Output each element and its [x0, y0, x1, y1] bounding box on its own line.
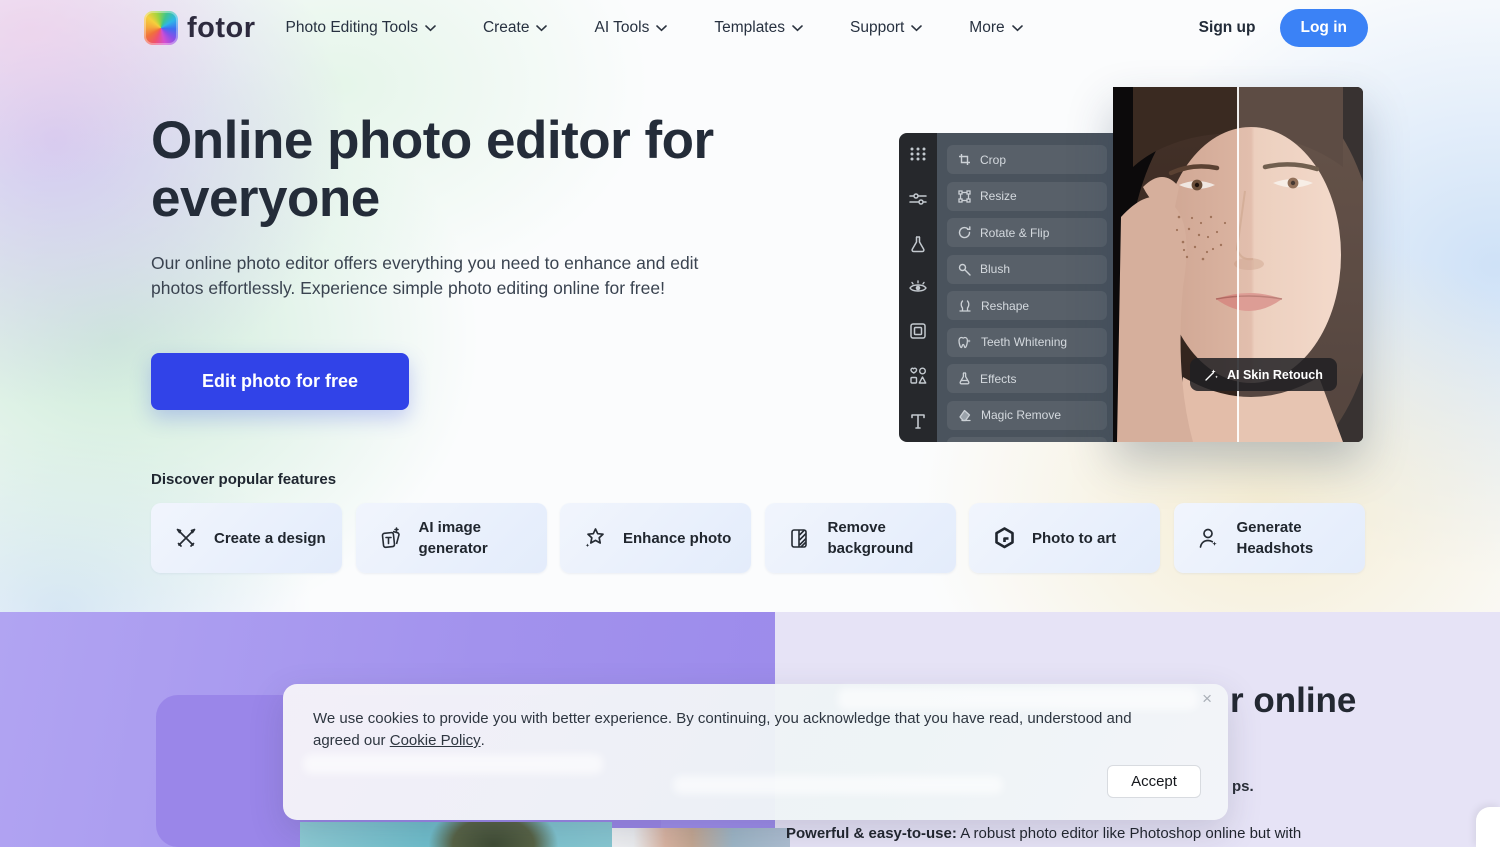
section-text-fragment: ps.: [1232, 778, 1254, 795]
cookie-banner: We use cookies to provide you with bette…: [283, 684, 1228, 820]
menu-item-magic-remove[interactable]: Magic Remove: [947, 400, 1107, 430]
hero-description: Our online photo editor offers everythin…: [151, 253, 699, 298]
features-heading: Discover popular features: [151, 471, 337, 488]
blurred-content-ghost: [673, 776, 1003, 794]
chevron-down-icon: [656, 24, 668, 31]
generate-headshots-icon: [1199, 528, 1217, 548]
crop-icon: [959, 154, 970, 165]
card-enhance-photo[interactable]: Enhance photo: [560, 503, 751, 573]
menu-item-teeth-whitening[interactable]: Teeth Whitening: [947, 327, 1107, 357]
card-generate-headshots[interactable]: Generate Headshots: [1173, 503, 1365, 573]
flask-icon[interactable]: [909, 235, 927, 253]
section-heading-fragment: r online: [1230, 681, 1357, 720]
text-icon[interactable]: [909, 412, 927, 430]
menu-item-crop[interactable]: Crop: [947, 145, 1107, 174]
ai-image-generator-icon: [381, 526, 400, 548]
effects-icon: [959, 372, 970, 385]
frame-icon[interactable]: [909, 322, 927, 340]
editor-menu-panel: Crop Resize Rotate & Flip Blush Reshape …: [937, 133, 1113, 442]
beach-photo-thumbnail: [300, 822, 612, 847]
login-button[interactable]: Log in: [1279, 9, 1368, 47]
signup-link[interactable]: Sign up: [1199, 19, 1256, 37]
photo-to-art-icon: [995, 526, 1014, 548]
remove-background-icon: [790, 528, 807, 548]
shapes-icon[interactable]: [909, 367, 928, 385]
chevron-down-icon: [1011, 24, 1023, 31]
hero-section: fotor Photo Editing Tools Create AI Tool…: [0, 0, 1500, 612]
navbar-right: Sign up Log in: [1199, 0, 1368, 56]
cookie-policy-link[interactable]: Cookie Policy: [390, 732, 481, 749]
reshape-icon: [959, 300, 971, 312]
close-icon[interactable]: ×: [1196, 688, 1218, 710]
chevron-down-icon: [792, 24, 803, 31]
navbar-left: fotor Photo Editing Tools Create AI Tool…: [144, 0, 1023, 56]
magic-wand-icon: [1205, 369, 1218, 381]
fotor-logo-icon: [144, 11, 178, 45]
fotor-wordmark: fotor: [187, 11, 256, 44]
ai-skin-retouch-tooltip[interactable]: AI Skin Retouch: [1190, 358, 1337, 391]
nav-item-ai-tools[interactable]: AI Tools: [594, 19, 668, 37]
nav-item-create[interactable]: Create: [483, 19, 548, 37]
resize-icon: [958, 189, 971, 203]
create-design-icon: [176, 528, 196, 547]
page-title: Online photo editor for everyone: [151, 111, 714, 228]
nav-item-more[interactable]: More: [969, 19, 1023, 37]
menu-item-resize[interactable]: Resize: [947, 181, 1107, 211]
fotor-landing-page: fotor Photo Editing Tools Create AI Tool…: [0, 0, 1500, 847]
enhance-photo-icon: [585, 527, 604, 547]
card-ai-image-generator[interactable]: AI image generator: [355, 503, 547, 573]
nav-item-support[interactable]: Support: [850, 19, 923, 37]
menu-item-reshape[interactable]: Reshape: [947, 291, 1107, 320]
feature-cards: Create a design AI image generator Enhan…: [151, 503, 1365, 573]
menu-item-rotate-flip[interactable]: Rotate & Flip: [947, 218, 1107, 247]
rotate-icon: [958, 226, 971, 239]
editor-tool-rail: [899, 133, 937, 442]
edit-photo-cta-button[interactable]: Edit photo for free: [151, 353, 409, 410]
card-remove-background[interactable]: Remove background: [764, 503, 956, 573]
chevron-down-icon: [911, 24, 923, 31]
menu-item-blush[interactable]: Blush: [947, 254, 1107, 284]
fotor-logo[interactable]: fotor: [144, 11, 256, 45]
menu-item-effects[interactable]: Effects: [947, 364, 1107, 393]
bullet-rest: A robust photo editor like Photoshop onl…: [956, 825, 1302, 842]
magic-remove-icon: [959, 409, 971, 421]
nav-item-templates[interactable]: Templates: [714, 19, 803, 37]
teeth-icon: [958, 336, 971, 348]
card-photo-to-art[interactable]: Photo to art: [969, 503, 1160, 573]
apps-grid-icon[interactable]: [909, 145, 927, 163]
blush-icon: [958, 263, 971, 276]
chat-widget-corner[interactable]: [1476, 807, 1500, 847]
nav-menu: Photo Editing Tools Create AI Tools Temp…: [286, 19, 1023, 37]
hand-photo-thumbnail: [612, 828, 790, 847]
menu-item-partial[interactable]: [947, 437, 1107, 442]
blurred-content-ghost: [838, 688, 1198, 710]
card-create-a-design[interactable]: Create a design: [151, 503, 342, 573]
bullet-bold: Powerful & easy-to-use:: [786, 825, 957, 842]
cookie-message: We use cookies to provide you with bette…: [313, 710, 1132, 749]
adjust-sliders-icon[interactable]: [909, 190, 927, 208]
accept-cookies-button[interactable]: Accept: [1107, 765, 1201, 798]
chevron-down-icon: [425, 24, 436, 31]
chevron-down-icon: [536, 24, 548, 31]
beauty-eye-icon[interactable]: [908, 279, 928, 295]
blurred-content-ghost: [303, 754, 603, 774]
nav-item-photo-editing-tools[interactable]: Photo Editing Tools: [286, 19, 436, 37]
section-bullet-line: Powerful & easy-to-use: A robust photo e…: [786, 824, 1346, 844]
